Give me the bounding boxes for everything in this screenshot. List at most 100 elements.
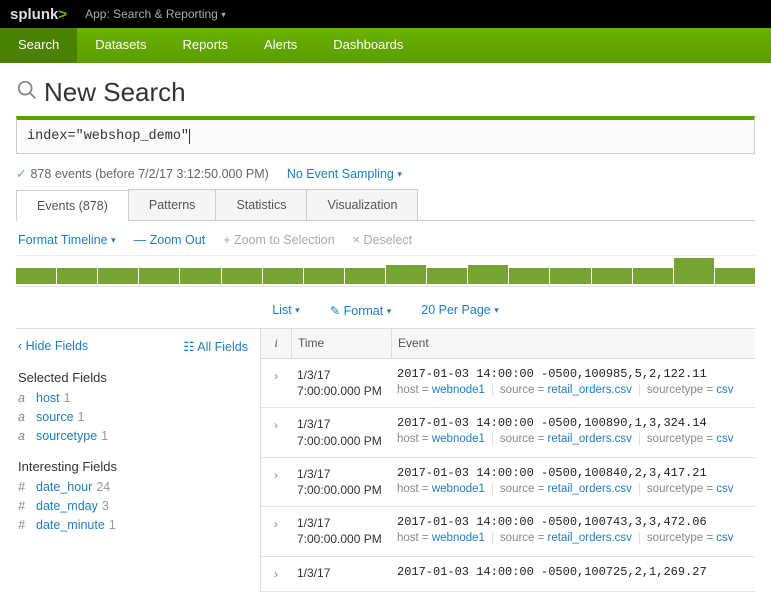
check-icon: ✓ [16,166,26,181]
nav-datasets[interactable]: Datasets [77,28,164,63]
tab-events[interactable]: Events (878) [16,190,129,221]
list-mode-dropdown[interactable]: List ▾ [272,303,299,318]
timeline-bar[interactable] [633,268,673,284]
timeline-bar[interactable] [98,268,138,284]
event-time: 1/3/177:00:00.000 PM [291,458,391,506]
event-meta: host = webnode1source = retail_orders.cs… [397,433,749,445]
timeline-bar[interactable] [468,265,508,285]
hide-fields-button[interactable]: ‹ Hide Fields [18,339,88,354]
expand-row-button[interactable]: › [261,408,291,456]
meta-host[interactable]: webnode1 [432,433,485,445]
timeline-bar[interactable] [715,268,755,284]
timeline-bar[interactable] [674,258,714,284]
timeline-bar[interactable] [386,265,426,284]
nav-bar: Search Datasets Reports Alerts Dashboard… [0,28,771,63]
nav-search[interactable]: Search [0,28,77,63]
col-event: Event [391,329,755,358]
field-name[interactable]: sourcetype [36,429,97,443]
zoom-out-button[interactable]: — Zoom Out [134,233,206,247]
meta-host[interactable]: webnode1 [432,532,485,544]
meta-source[interactable]: retail_orders.csv [548,384,632,396]
tab-visualization[interactable]: Visualization [306,189,418,220]
tab-statistics[interactable]: Statistics [215,189,307,220]
format-timeline-dropdown[interactable]: Format Timeline ▾ [18,233,116,247]
event-raw[interactable]: 2017-01-03 14:00:00 -0500,100725,2,1,269… [397,565,749,579]
timeline-controls: Format Timeline ▾ — Zoom Out + Zoom to S… [16,233,755,247]
expand-row-button[interactable]: › [261,557,291,591]
event-row: ›1/3/177:00:00.000 PM2017-01-03 14:00:00… [261,359,755,408]
col-time[interactable]: Time [291,329,391,358]
event-meta: host = webnode1source = retail_orders.cs… [397,384,749,396]
event-time: 1/3/177:00:00.000 PM [291,507,391,555]
field-count: 24 [96,480,110,494]
per-page-dropdown[interactable]: 20 Per Page ▾ [421,303,499,318]
event-raw[interactable]: 2017-01-03 14:00:00 -0500,100985,5,2,122… [397,367,749,381]
events-table-header: i Time Event [261,329,755,359]
nav-reports[interactable]: Reports [165,28,247,63]
field-row[interactable]: #date_minute1 [18,518,248,532]
status-row: ✓ 878 events (before 7/2/17 3:12:50.000 … [16,166,755,181]
field-name[interactable]: date_mday [36,499,98,513]
field-name[interactable]: source [36,410,74,424]
meta-sourcetype[interactable]: csv [716,433,733,445]
meta-source[interactable]: retail_orders.csv [548,483,632,495]
expand-row-button[interactable]: › [261,359,291,407]
event-raw[interactable]: 2017-01-03 14:00:00 -0500,100743,3,3,472… [397,515,749,529]
nav-dashboards[interactable]: Dashboards [315,28,421,63]
tab-patterns[interactable]: Patterns [128,189,217,220]
field-type-icon: a [18,410,30,424]
timeline-bar[interactable] [509,268,549,284]
field-row[interactable]: asource 1 [18,410,248,424]
timeline-bar[interactable] [345,268,385,284]
fields-pane: ‹ Hide Fields ☷ All Fields Selected Fiel… [16,329,261,592]
expand-row-button[interactable]: › [261,458,291,506]
meta-sourcetype[interactable]: csv [716,532,733,544]
event-meta: host = webnode1source = retail_orders.cs… [397,532,749,544]
field-type-icon: # [18,518,30,532]
field-row[interactable]: ahost1 [18,391,248,405]
timeline-bar[interactable] [57,268,97,284]
timeline-bar[interactable] [180,268,220,284]
meta-source[interactable]: retail_orders.csv [548,433,632,445]
nav-alerts[interactable]: Alerts [246,28,315,63]
field-name[interactable]: date_minute [36,518,105,532]
timeline-bar[interactable] [550,268,590,284]
meta-sourcetype[interactable]: csv [716,384,733,396]
field-name[interactable]: date_hour [36,480,92,494]
field-row[interactable]: #date_mday3 [18,499,248,513]
search-input[interactable]: index="webshop_demo" [16,116,755,154]
field-count: 1 [78,410,85,424]
expand-row-button[interactable]: › [261,507,291,555]
timeline-chart[interactable] [16,255,755,287]
app-selector[interactable]: App: Search & Reporting ▾ [85,7,226,21]
event-row: ›1/3/177:00:00.000 PM2017-01-03 14:00:00… [261,408,755,457]
search-icon [16,79,38,107]
field-type-icon: # [18,499,30,513]
event-sampling-dropdown[interactable]: No Event Sampling ▾ [287,167,402,181]
field-name[interactable]: host [36,391,60,405]
top-bar: splunk> App: Search & Reporting ▾ [0,0,771,28]
event-row: ›1/3/172017-01-03 14:00:00 -0500,100725,… [261,557,755,592]
meta-host[interactable]: webnode1 [432,483,485,495]
timeline-bar[interactable] [592,268,632,284]
event-meta: host = webnode1source = retail_orders.cs… [397,483,749,495]
meta-sourcetype[interactable]: csv [716,483,733,495]
event-raw[interactable]: 2017-01-03 14:00:00 -0500,100890,1,3,324… [397,416,749,430]
timeline-bar[interactable] [304,268,344,284]
event-raw[interactable]: 2017-01-03 14:00:00 -0500,100840,2,3,417… [397,466,749,480]
page-title-row: New Search [16,77,755,108]
field-type-icon: a [18,391,30,405]
timeline-bar[interactable] [222,268,262,284]
field-row[interactable]: asourcetype1 [18,429,248,443]
format-dropdown[interactable]: ✎ Format ▾ [330,303,392,318]
meta-host[interactable]: webnode1 [432,384,485,396]
field-type-icon: # [18,480,30,494]
meta-source[interactable]: retail_orders.csv [548,532,632,544]
timeline-bar[interactable] [16,268,56,284]
timeline-bar[interactable] [427,268,467,284]
list-controls: List ▾ ✎ Format ▾ 20 Per Page ▾ [16,303,755,318]
field-row[interactable]: # date_hour 24 [18,480,248,494]
all-fields-button[interactable]: ☷ All Fields [183,339,248,354]
timeline-bar[interactable] [139,268,179,284]
timeline-bar[interactable] [263,268,303,284]
